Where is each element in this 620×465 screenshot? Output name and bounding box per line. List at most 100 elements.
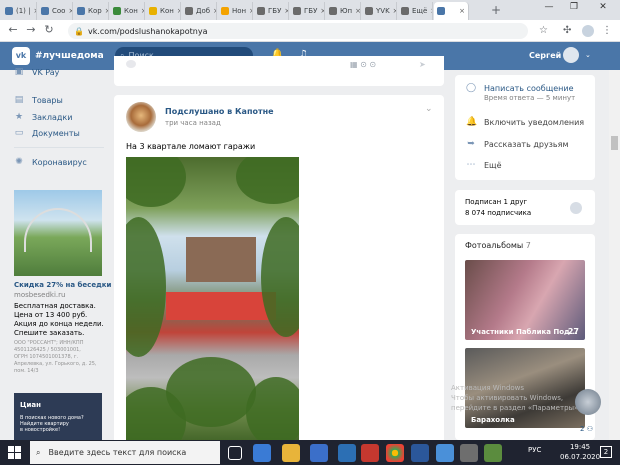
chat-avatar[interactable] <box>575 389 601 415</box>
browser-tab[interactable]: YVK× <box>362 2 397 20</box>
browser-tab[interactable]: Юп × <box>326 2 361 20</box>
share-button[interactable]: ➥ Рассказать друзьям <box>466 139 568 149</box>
sidebar-item-bookmarks[interactable]: ★ Закладки <box>14 112 73 122</box>
file-explorer-icon[interactable] <box>282 444 300 462</box>
send-message-button[interactable]: ◯ Написать сообщение <box>466 83 574 93</box>
more-label: Ещё <box>484 160 502 170</box>
mail-icon[interactable] <box>338 444 356 462</box>
browser-tab[interactable]: Кон× <box>110 2 145 20</box>
chrome-icon[interactable] <box>386 444 404 462</box>
tab-close-icon[interactable]: × <box>430 7 432 15</box>
tab-close-icon[interactable]: × <box>177 7 180 15</box>
star-icon[interactable]: ☆ <box>539 25 548 36</box>
tab-favicon-icon <box>149 7 157 15</box>
forward-icon[interactable]: → <box>24 23 38 36</box>
browser-tab[interactable]: Нон× <box>218 2 253 20</box>
post-photo[interactable] <box>126 157 299 440</box>
tab-close-icon[interactable]: × <box>393 7 396 15</box>
post-time[interactable]: три часа назад <box>165 119 221 127</box>
browser-tab[interactable]: Кон× <box>146 2 181 20</box>
word-icon[interactable] <box>411 444 429 462</box>
browser-tab[interactable]: Соо× <box>38 2 73 20</box>
profile-avatar[interactable] <box>582 25 594 37</box>
extensions-icon[interactable]: ✣ <box>563 25 571 36</box>
browser-tab[interactable]: ГБУ× <box>290 2 325 20</box>
maximize-button[interactable]: ❐ <box>563 2 585 12</box>
notify-label: Включить уведомления <box>484 117 585 127</box>
scrollbar[interactable] <box>609 70 620 440</box>
app-icon[interactable] <box>460 444 478 462</box>
tab-label: Доб <box>196 7 211 15</box>
ad-line: Спешите заказать. <box>14 329 85 337</box>
minimize-button[interactable]: — <box>538 2 560 12</box>
post-author[interactable]: Подслушано в Капотне <box>165 107 274 116</box>
tab-close-icon[interactable]: × <box>68 7 72 15</box>
tab-label: Кор <box>88 7 102 15</box>
language-indicator[interactable]: РУС <box>528 446 541 454</box>
system-tray[interactable]: РУС <box>528 446 541 454</box>
chevron-down-icon[interactable]: ⌄ <box>425 104 433 114</box>
chevron-down-icon[interactable]: ⌄ <box>585 51 591 59</box>
tab-label: ГБУ <box>268 7 282 15</box>
more-button[interactable]: ⋯ Ещё <box>466 160 502 170</box>
address-bar[interactable]: 🔒 vk.com/podslushanokapotnya <box>68 23 528 39</box>
sidebar-item-goods[interactable]: ▤ Товары <box>14 95 63 105</box>
chat-count[interactable]: 2 ⚇ <box>580 425 593 433</box>
close-window-button[interactable]: ✕ <box>592 2 614 12</box>
new-tab-button[interactable]: + <box>491 3 501 17</box>
avatar[interactable] <box>570 202 582 214</box>
tab-close-icon[interactable]: × <box>105 7 108 15</box>
task-view-icon[interactable] <box>228 446 242 460</box>
send-icon[interactable]: ➤ <box>419 60 426 69</box>
tab-close-icon[interactable]: × <box>459 7 465 15</box>
tab-label: Кон <box>124 7 138 15</box>
star-icon: ★ <box>14 112 24 122</box>
album-participants[interactable]: Участники Паблика Под... 27 <box>465 260 585 340</box>
browser-tab[interactable]: × <box>434 2 469 20</box>
avatar[interactable] <box>563 47 579 63</box>
user-name[interactable]: Сергей <box>529 51 561 60</box>
sidebar-item-vkpay[interactable]: ▣ VK Pay <box>14 67 60 77</box>
taskbar-search-input[interactable]: ⌕ Введите здесь текст для поиска <box>30 441 220 464</box>
ad-image-gazebo[interactable] <box>14 190 102 276</box>
notification-center-icon[interactable]: 2 <box>600 446 612 458</box>
composer-avatar <box>126 60 136 68</box>
browser-tab[interactable]: ГБУ× <box>254 2 289 20</box>
ad-title[interactable]: Скидка 27% на беседки <box>14 281 111 290</box>
app-icon[interactable] <box>484 444 502 462</box>
tab-close-icon[interactable]: × <box>34 7 37 15</box>
windows-start-icon[interactable] <box>8 446 22 460</box>
tab-close-icon[interactable]: × <box>249 7 252 15</box>
browser-tab[interactable]: Кор× <box>74 2 109 20</box>
sidebar-item-documents[interactable]: ▭ Документы <box>14 128 80 138</box>
enable-notifications-button[interactable]: 🔔 Включить уведомления <box>466 117 584 127</box>
composer-icons[interactable]: ▦ ⊙ ⊙ <box>350 60 376 69</box>
ad-domain[interactable]: mosbesedki.ru <box>14 291 65 300</box>
share-icon: ➥ <box>467 139 475 149</box>
vk-hashtag[interactable]: #лучшедома <box>35 51 104 61</box>
store-icon[interactable] <box>310 444 328 462</box>
albums-title[interactable]: Фотоальбомы 7 <box>465 241 531 250</box>
browser-tab[interactable]: Ещё× <box>398 2 433 20</box>
clock-time: 19:45 <box>569 443 591 451</box>
app-icon[interactable] <box>361 444 379 462</box>
menu-icon[interactable]: ⋮ <box>602 25 612 36</box>
tab-close-icon[interactable]: × <box>320 7 324 15</box>
reload-icon[interactable]: ↻ <box>42 23 56 36</box>
scrollbar-thumb[interactable] <box>611 136 618 150</box>
browser-tab[interactable]: Доб× <box>182 2 217 20</box>
clock[interactable]: 19:45 06.07.2020 <box>560 442 600 462</box>
bell-icon: 🔔 <box>466 117 478 127</box>
tab-close-icon[interactable]: × <box>213 7 216 15</box>
ad-image-cian[interactable]: Циан В поисках нового дома? Найдите квар… <box>14 393 102 443</box>
tab-close-icon[interactable]: × <box>284 7 288 15</box>
tab-close-icon[interactable]: × <box>355 7 360 15</box>
app-icon[interactable] <box>436 444 454 462</box>
browser-tab[interactable]: (1) |× <box>2 2 37 20</box>
tab-close-icon[interactable]: × <box>141 7 144 15</box>
vk-logo[interactable]: vk <box>12 47 30 65</box>
back-icon[interactable]: ← <box>6 23 20 36</box>
sidebar-item-coronavirus[interactable]: ✺ Коронавирус <box>14 157 87 167</box>
edge-icon[interactable] <box>253 444 271 462</box>
avatar[interactable] <box>126 102 156 132</box>
